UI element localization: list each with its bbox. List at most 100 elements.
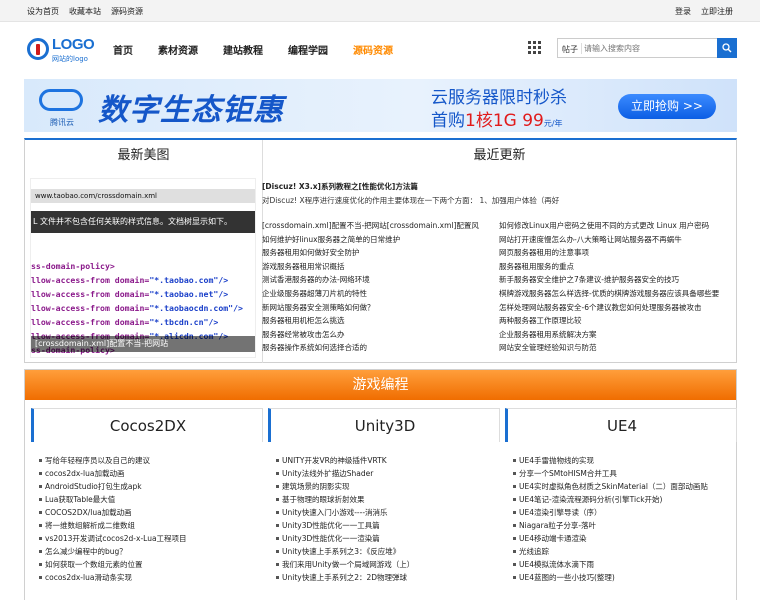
- article-link[interactable]: Unity法线外扩描边Shader: [268, 467, 414, 480]
- article-link[interactable]: Lua获取Table最大值: [31, 493, 187, 506]
- article-link[interactable]: vs2013开发调试cocos2d-x-Lua工程项目: [31, 532, 187, 545]
- nav-item[interactable]: 素材资源: [158, 42, 198, 57]
- banner-subtitle: 云服务器限时秒杀: [431, 88, 567, 108]
- news-link[interactable]: [crossdomain.xml]配置不当-把网站[crossdomain.xm…: [262, 219, 499, 233]
- column-list: 写给年轻程序员以及自己的建议 cocos2dx-lua加载动画 AndroidStu…: [31, 454, 187, 584]
- news-link[interactable]: 服务器租用服务的重点: [499, 260, 736, 274]
- promo-banner[interactable]: 腾讯云 数字生态钜惠 云服务器限时秒杀 首购1核1G 99元/年 立即抢购 >>: [24, 79, 737, 132]
- article-link[interactable]: UE4渲染引擎导读（序）: [505, 506, 708, 519]
- nav-item[interactable]: 建站教程: [223, 42, 263, 57]
- search-button[interactable]: [717, 38, 737, 58]
- nav-item[interactable]: 源码资源: [353, 42, 393, 57]
- code-line: llow-access-from domain="*.taobaocdn.com…: [31, 303, 243, 313]
- news-link[interactable]: 网站安全管理经验知识与防范: [499, 341, 736, 355]
- column-unity3d: Unity3D UNITY开发VR的神级插件VRTK Unity法线外扩描边Sha…: [268, 408, 500, 601]
- featured-desc: 对Discuz! X程序进行速度优化的作用主要体现在一下两个方面： 1、加强用户…: [262, 196, 560, 205]
- news-link[interactable]: 如何修改Linux用户密码之使用不同的方式更改 Linux 用户密码: [499, 219, 736, 233]
- article-link[interactable]: Unity3D性能优化一一渲染篇: [268, 532, 414, 545]
- code-line: ss-domain-policy>: [31, 261, 115, 271]
- search-input[interactable]: [584, 41, 714, 55]
- article-link[interactable]: UE4模拟流体水滴下雨: [505, 558, 708, 571]
- news-link[interactable]: 新手服务器安全维护之7条建议-维护服务器安全的技巧: [499, 273, 736, 287]
- article-link[interactable]: cocos2dx-lua滑动条实现: [31, 571, 187, 584]
- latest-box: 最近更新 [Discuz! X3.x]系列教程之[性能优化]方法篇 对Discu…: [262, 140, 736, 363]
- article-link[interactable]: 分享一个SMtoHISM合并工具: [505, 467, 708, 480]
- buy-now-button[interactable]: 立即抢购 >>: [618, 94, 716, 119]
- news-link[interactable]: 企业服务器租用系统解决方案: [499, 328, 736, 342]
- article-link[interactable]: UE4实时虚拟角色材质之SkinMaterial（二）面部动画贴: [505, 480, 708, 493]
- article-link[interactable]: UE4移动端卡通渲染: [505, 532, 708, 545]
- news-row: 新网站服务器安全测策略如何做？ 怎样处理网站服务器安全-6个建议教您如何处理服务器…: [262, 301, 736, 315]
- article-link[interactable]: 怎么减少编程中的bug？: [31, 545, 187, 558]
- news-link[interactable]: 测试香港服务器的办法-网络环境: [262, 273, 499, 287]
- news-row: 测试香港服务器的办法-网络环境 新手服务器安全维护之7条建议-维护服务器安全的技巧: [262, 273, 736, 287]
- logo-text: LOGO: [52, 36, 95, 53]
- register-link[interactable]: 立即注册: [701, 6, 733, 17]
- article-link[interactable]: UE4笔记-渲染流程源码分析(引擎Tick开始): [505, 493, 708, 506]
- article-link[interactable]: Unity快速上手系列之3：《反应堆》: [268, 545, 414, 558]
- gallery-caption[interactable]: [crossdomain.xml]配置不当-把网站: [31, 336, 255, 352]
- news-row: 如何维护好linux服务器之简单的日常维护 网站打开速度慢怎么办-八大策略让网站服…: [262, 233, 736, 247]
- news-link[interactable]: 怎样处理网站服务器安全-6个建议教您如何处理服务器被攻击: [499, 301, 736, 315]
- featured-article: [Discuz! X3.x]系列教程之[性能优化]方法篇 对Discuz! X程…: [262, 177, 732, 207]
- featured-title[interactable]: [Discuz! X3.x]系列教程之[性能优化]方法篇: [262, 181, 418, 192]
- news-link[interactable]: 网页服务器租用的注意事项: [499, 246, 736, 260]
- article-link[interactable]: Niagara粒子分享-落叶: [505, 519, 708, 532]
- news-link[interactable]: 棋牌游戏服务器怎么样选择-优质的棋牌游戏服务器应该具备哪些要: [499, 287, 736, 301]
- article-link[interactable]: cocos2dx-lua加载动画: [31, 467, 187, 480]
- news-link[interactable]: 游戏服务器租用常识概括: [262, 260, 499, 274]
- search-icon: [722, 43, 732, 53]
- apps-grid-icon[interactable]: [528, 41, 541, 54]
- gallery-image[interactable]: www.taobao.com/crossdomain.xml L 文件并不包含任…: [30, 178, 256, 358]
- article-link[interactable]: 建筑场景的阴影实现: [268, 480, 414, 493]
- gallery-title: 最新美图: [117, 148, 170, 163]
- login-link[interactable]: 登录: [675, 6, 691, 17]
- latest-title: 最近更新: [473, 148, 526, 163]
- news-link[interactable]: 企业级服务器超薄刀片机的特性: [262, 287, 499, 301]
- news-row: 服务器租用如何做好安全防护 网页服务器租用的注意事项: [262, 246, 736, 260]
- news-link[interactable]: 网站打开速度慢怎么办-八大策略让网站服务器不再蜗牛: [499, 233, 736, 247]
- article-link[interactable]: 将一维数组解析成二维数组: [31, 519, 187, 532]
- news-row: 服务器操作系统如何选择合适的 网站安全管理经验知识与防范: [262, 341, 736, 355]
- column-title[interactable]: UE4: [505, 408, 737, 442]
- article-link[interactable]: 写给年轻程序员以及自己的建议: [31, 454, 187, 467]
- game-section: 游戏编程 Cocos2DX 写给年轻程序员以及自己的建议 cocos2dx-lua…: [24, 369, 737, 600]
- article-link[interactable]: 我们来用Unity做一个局域网游戏（上）: [268, 558, 414, 571]
- bookmark-link[interactable]: 收藏本站: [69, 6, 101, 17]
- article-link[interactable]: Unity快速入门小游戏----消消乐: [268, 506, 414, 519]
- site-logo[interactable]: LOGO 网站的logo: [27, 36, 97, 64]
- column-ue4: UE4 UE4手雷抛物线的实现 分享一个SMtoHISM合并工具 UE4实时虚拟角色…: [505, 408, 737, 601]
- news-link[interactable]: 服务器操作系统如何选择合适的: [262, 341, 499, 355]
- source-link[interactable]: 源码资源: [111, 6, 143, 17]
- search-category-select[interactable]: 帖子: [562, 44, 578, 55]
- news-link[interactable]: 两种服务器工作原理比较: [499, 314, 736, 328]
- set-home-link[interactable]: 设为首页: [27, 6, 59, 17]
- article-link[interactable]: 光线追踪: [505, 545, 708, 558]
- column-title[interactable]: Unity3D: [268, 408, 500, 442]
- article-link[interactable]: 基于物理的眼球折射效果: [268, 493, 414, 506]
- code-line: llow-access-from domain="*.taobao.com"/>: [31, 275, 229, 285]
- article-link[interactable]: UE4蓝图的一些小技巧(整理): [505, 571, 708, 584]
- news-link[interactable]: 服务器经常被攻击怎么办: [262, 328, 499, 342]
- news-link[interactable]: 服务器租用如何做好安全防护: [262, 246, 499, 260]
- article-link[interactable]: COCOS2DX/lua加载动画: [31, 506, 187, 519]
- article-link[interactable]: 如何获取一个数组元素的位置: [31, 558, 187, 571]
- article-link[interactable]: Unity3D性能优化一一工具篇: [268, 519, 414, 532]
- news-link[interactable]: 如何维护好linux服务器之简单的日常维护: [262, 233, 499, 247]
- site-header: LOGO 网站的logo 首页 素材资源 建站教程 编程学园 源码资源 帖子: [0, 22, 760, 74]
- article-link[interactable]: AndroidStudio打包生成apk: [31, 480, 187, 493]
- code-line: llow-access-from domain="*.tbcdn.cn"/>: [31, 317, 219, 327]
- gallery-note: L 文件并不包含任何关联的样式信息。文档树显示如下。: [31, 211, 255, 233]
- news-row: 服务器经常被攻击怎么办 企业服务器租用系统解决方案: [262, 328, 736, 342]
- column-title[interactable]: Cocos2DX: [31, 408, 263, 442]
- logo-icon: [27, 38, 49, 60]
- latest-list: [crossdomain.xml]配置不当-把网站[crossdomain.xm…: [262, 219, 736, 355]
- banner-price: 首购1核1G 99元/年: [431, 111, 563, 131]
- article-link[interactable]: Unity快速上手系列之2：2D物理弹球: [268, 571, 414, 584]
- article-link[interactable]: UNITY开发VR的神级插件VRTK: [268, 454, 414, 467]
- nav-item[interactable]: 编程学园: [288, 42, 328, 57]
- nav-item[interactable]: 首页: [113, 42, 133, 57]
- news-link[interactable]: 新网站服务器安全测策略如何做？: [262, 301, 499, 315]
- article-link[interactable]: UE4手雷抛物线的实现: [505, 454, 708, 467]
- news-link[interactable]: 服务器租用机柜怎么挑选: [262, 314, 499, 328]
